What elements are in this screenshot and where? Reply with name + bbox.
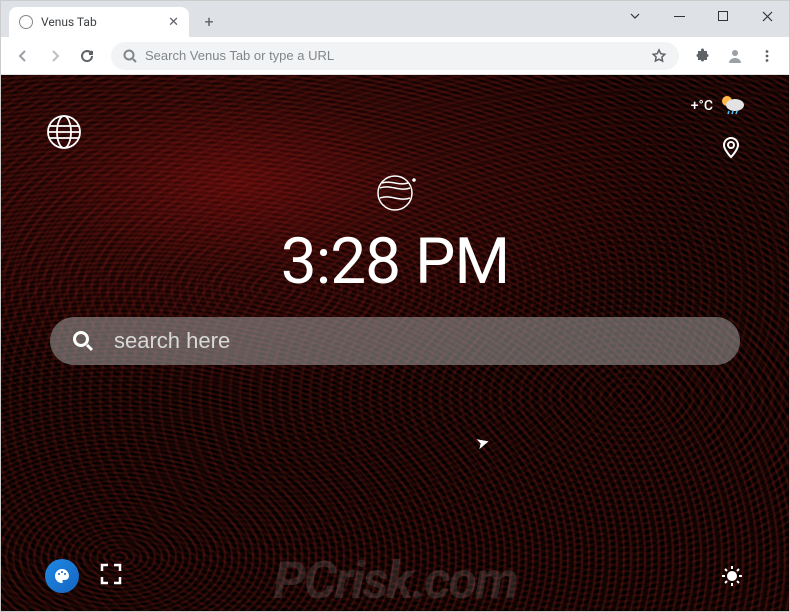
forward-button[interactable]	[41, 42, 69, 70]
planet-logo-icon	[372, 170, 418, 216]
search-icon	[72, 330, 94, 352]
back-button[interactable]	[9, 42, 37, 70]
close-tab-icon[interactable]: ✕	[168, 15, 179, 30]
titlebar: Venus Tab ✕ +	[1, 1, 789, 37]
new-tab-button[interactable]: +	[195, 7, 223, 35]
weather-temp: +°C	[691, 98, 713, 114]
bottom-right-controls	[719, 563, 745, 593]
tab-favicon-icon	[19, 15, 33, 29]
weather-icon	[719, 93, 745, 119]
browser-tab[interactable]: Venus Tab ✕	[9, 7, 189, 37]
caret-down-icon[interactable]	[613, 1, 657, 31]
menu-button[interactable]	[753, 42, 781, 70]
browser-toolbar	[1, 37, 789, 75]
search-bar[interactable]	[50, 317, 740, 365]
window-controls	[613, 1, 789, 31]
center-block: 3:28 PM	[1, 170, 789, 365]
top-right-widgets: +°C	[691, 93, 745, 163]
search-input[interactable]	[114, 328, 718, 354]
profile-button[interactable]	[721, 42, 749, 70]
maximize-button[interactable]	[701, 1, 745, 31]
fullscreen-button[interactable]	[99, 562, 123, 590]
minimize-button[interactable]	[657, 1, 701, 31]
palette-button[interactable]	[45, 559, 79, 593]
brightness-button[interactable]	[719, 563, 745, 593]
close-window-button[interactable]	[745, 1, 789, 31]
location-icon[interactable]	[717, 135, 745, 163]
page-content: +°C 3:28 PM ➤	[1, 75, 789, 611]
weather-widget[interactable]: +°C	[691, 93, 745, 119]
globe-icon[interactable]	[45, 113, 83, 151]
url-input[interactable]	[145, 48, 643, 63]
bottom-left-controls	[45, 559, 123, 593]
clock-display: 3:28 PM	[281, 224, 510, 299]
browser-window: Venus Tab ✕ + +°C	[0, 0, 790, 612]
star-icon[interactable]	[651, 48, 667, 64]
reload-button[interactable]	[73, 42, 101, 70]
address-bar[interactable]	[111, 42, 679, 70]
extensions-button[interactable]	[689, 42, 717, 70]
search-icon	[123, 49, 137, 63]
tab-title: Venus Tab	[41, 15, 160, 29]
